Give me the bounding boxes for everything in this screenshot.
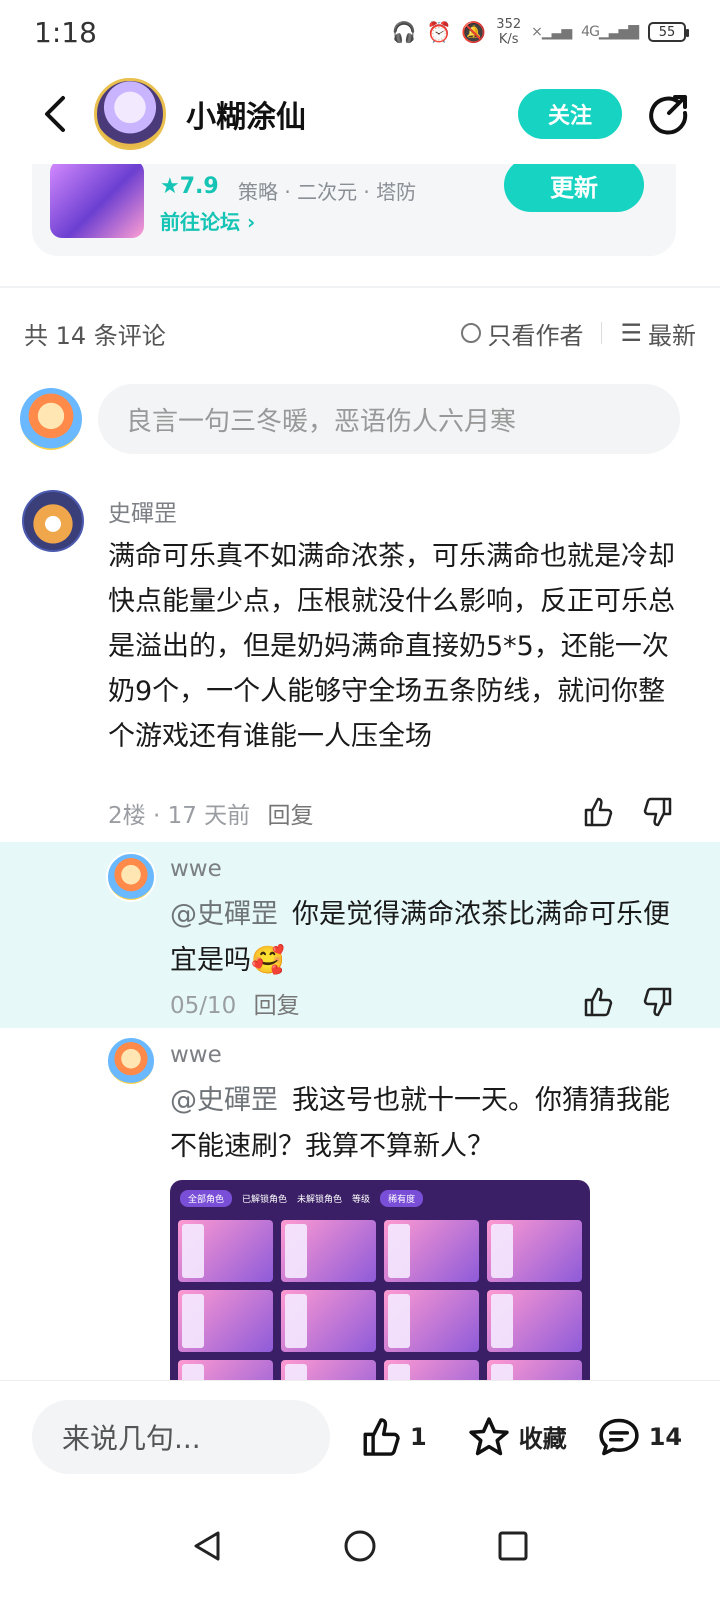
follow-button[interactable]: 关注 (518, 89, 622, 139)
comment-text: 满命可乐真不如满命浓茶，可乐满命也就是冷却快点能量少点，压根就没什么影响，反正可… (108, 541, 675, 752)
mute-icon: 🔕 (461, 20, 487, 44)
reply-meta: 05/10 回复 (170, 993, 300, 1019)
comments-button[interactable]: 14 (597, 1415, 682, 1459)
vote-buttons (582, 796, 674, 828)
mention[interactable]: @史磾罡 (170, 1085, 278, 1116)
battery-icon: 55 (648, 22, 689, 42)
comment-author[interactable]: 史磾罡 (108, 494, 177, 528)
reply-button[interactable]: 回复 (254, 993, 300, 1019)
thumbs-down-icon[interactable] (642, 986, 674, 1018)
nav-recents-icon[interactable] (496, 1529, 530, 1563)
image-tabs: 全部角色 已解锁角色 未解锁角色 等级 稀有度 (170, 1180, 590, 1216)
share-button[interactable] (646, 92, 690, 136)
like-button[interactable]: 1 (360, 1416, 427, 1458)
avatar[interactable] (106, 1036, 156, 1086)
headphones-icon: 🎧 (391, 20, 417, 44)
character-card (384, 1360, 479, 1380)
comment-count: 共 14 条评论 (24, 321, 166, 350)
emoji-icon: 🥰 (251, 945, 285, 976)
star-icon (469, 1416, 509, 1455)
vote-buttons (582, 986, 674, 1018)
character-card (487, 1290, 582, 1352)
character-card (178, 1360, 273, 1380)
thumbs-down-icon[interactable] (642, 796, 674, 828)
reply-text: @史磾罡 我这号也就十一天。你猜猜我能不能速刷？我算不算新人？ (170, 1085, 670, 1162)
author-avatar[interactable] (94, 78, 166, 150)
thumbs-up-icon[interactable] (582, 986, 614, 1018)
comment-meta: 2楼 · 17 天前 回复 (108, 803, 314, 829)
bottom-action-bar: 来说几句... 1 收藏 14 (0, 1380, 720, 1492)
my-avatar (20, 388, 82, 450)
mention[interactable]: @史磾罡 (170, 899, 278, 930)
character-card (178, 1290, 273, 1352)
character-card (487, 1360, 582, 1380)
game-tags: 策略 · 二次元 · 塔防 (238, 180, 417, 204)
update-button[interactable]: 更新 (504, 158, 644, 212)
forum-link[interactable]: 前往论坛 › (160, 206, 255, 235)
nav-back-icon[interactable] (190, 1529, 224, 1563)
game-rating: ★7.9 (160, 174, 219, 199)
character-card (281, 1220, 376, 1282)
avatar[interactable] (22, 490, 84, 552)
character-grid (170, 1216, 590, 1380)
header: 小糊涂仙 关注 (0, 64, 720, 164)
favorite-button[interactable]: 收藏 (467, 1415, 567, 1459)
sort-button[interactable]: ☰ 最新 (620, 316, 696, 351)
wifi-signal-icon: ×▁▃▅ (531, 24, 572, 40)
back-arrow-icon (45, 96, 65, 132)
character-card (384, 1290, 479, 1352)
comment-input[interactable]: 良言一句三冬暖，恶语伤人六月寒 (98, 384, 680, 454)
status-bar: 1:18 🎧 ⏰ 🔕 352 K/s ×▁▃▅ 4G▁▃▅▇ 55 (0, 0, 720, 64)
comment-icon (599, 1418, 639, 1455)
reply-text: @史磾罡 你是觉得满命浓茶比满命可乐便宜是吗🥰 (170, 899, 670, 976)
radio-icon (461, 323, 482, 343)
reply-author[interactable]: wwe (170, 856, 222, 882)
cell-signal-icon: 4G▁▃▅▇ (581, 24, 639, 40)
alarm-icon: ⏰ (426, 20, 452, 44)
sort-icon: ☰ (620, 319, 642, 347)
author-name[interactable]: 小糊涂仙 (186, 92, 306, 136)
reply-button[interactable]: 回复 (267, 803, 313, 829)
back-button[interactable] (34, 94, 74, 134)
comment-compose: 良言一句三冬暖，恶语伤人六月寒 (20, 384, 680, 454)
thumbs-up-icon (363, 1417, 400, 1456)
say-input[interactable]: 来说几句... (32, 1399, 330, 1474)
reply-item: wwe @史磾罡 你是觉得满命浓茶比满命可乐便宜是吗🥰 05/10 回复 (0, 842, 720, 1028)
character-card (281, 1360, 376, 1380)
share-icon (649, 95, 688, 135)
status-time: 1:18 (34, 15, 97, 49)
status-icons: 🎧 ⏰ 🔕 352 K/s ×▁▃▅ 4G▁▃▅▇ 55 (391, 17, 689, 47)
avatar[interactable] (106, 852, 156, 902)
nav-home-icon[interactable] (343, 1529, 377, 1563)
character-card (384, 1220, 479, 1282)
reply-item: wwe @史磾罡 我这号也就十一天。你猜猜我能不能速刷？我算不算新人？ (0, 1036, 720, 1176)
system-nav-bar (0, 1492, 720, 1600)
game-icon (50, 160, 144, 238)
attached-image[interactable]: 全部角色 已解锁角色 未解锁角色 等级 稀有度 (170, 1180, 590, 1380)
comments-toolbar: 共 14 条评论 只看作者 ☰ 最新 (24, 310, 696, 356)
character-card (178, 1220, 273, 1282)
character-card (487, 1220, 582, 1282)
character-card (281, 1290, 376, 1352)
net-speed: 352 K/s (496, 17, 522, 47)
reply-author[interactable]: wwe (170, 1042, 222, 1068)
thumbs-up-icon[interactable] (582, 796, 614, 828)
divider (0, 286, 720, 288)
author-only-toggle[interactable]: 只看作者 (461, 316, 583, 351)
divider (601, 322, 603, 344)
